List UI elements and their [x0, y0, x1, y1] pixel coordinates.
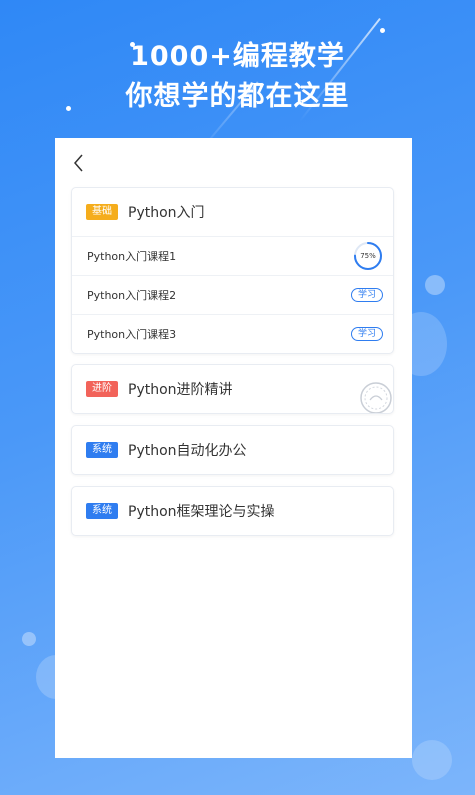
- app-screen: 基础 Python入门 Python入门课程1 75% Python入门课程2 …: [55, 138, 412, 758]
- course-card-header[interactable]: 进阶 Python进阶精讲: [72, 365, 393, 413]
- lesson-label: Python入门课程3: [87, 328, 177, 341]
- study-button[interactable]: 学习: [350, 327, 383, 341]
- decor-bubble: [412, 740, 452, 780]
- course-title: Python自动化办公: [128, 443, 247, 459]
- level-badge: 系统: [86, 503, 118, 519]
- course-title: Python进阶精讲: [128, 382, 233, 398]
- lesson-row[interactable]: Python入门课程2 学习: [72, 275, 393, 314]
- decor-bubble: [425, 275, 445, 295]
- chevron-left-icon: [74, 154, 83, 172]
- course-card-header[interactable]: 基础 Python入门: [72, 188, 393, 236]
- promo-headline: 1000+编程教学: [130, 41, 345, 72]
- study-button[interactable]: 学习: [350, 288, 383, 302]
- course-card: 系统 Python框架理论与实操: [71, 486, 394, 536]
- lesson-row[interactable]: Python入门课程1 75%: [72, 236, 393, 275]
- seal-stamp-icon: [359, 381, 393, 413]
- decor-dot: [380, 28, 385, 33]
- course-title: Python框架理论与实操: [128, 504, 275, 520]
- progress-percent: 75%: [360, 252, 376, 260]
- promo-subheadline: 你想学的都在这里: [125, 81, 350, 112]
- course-card: 进阶 Python进阶精讲: [71, 364, 394, 414]
- lesson-label: Python入门课程2: [87, 289, 177, 302]
- course-card-header[interactable]: 系统 Python框架理论与实操: [72, 487, 393, 535]
- progress-ring: 75%: [353, 241, 383, 271]
- course-card-header[interactable]: 系统 Python自动化办公: [72, 426, 393, 474]
- course-title: Python入门: [128, 205, 205, 221]
- lesson-label: Python入门课程1: [87, 250, 177, 263]
- level-badge: 进阶: [86, 381, 118, 397]
- back-button[interactable]: [69, 152, 91, 174]
- lesson-row[interactable]: Python入门课程3 学习: [72, 314, 393, 353]
- course-card: 基础 Python入门 Python入门课程1 75% Python入门课程2 …: [71, 187, 394, 354]
- decor-bubble: [22, 632, 36, 646]
- level-badge: 基础: [86, 204, 118, 220]
- level-badge: 系统: [86, 442, 118, 458]
- course-card: 系统 Python自动化办公: [71, 425, 394, 475]
